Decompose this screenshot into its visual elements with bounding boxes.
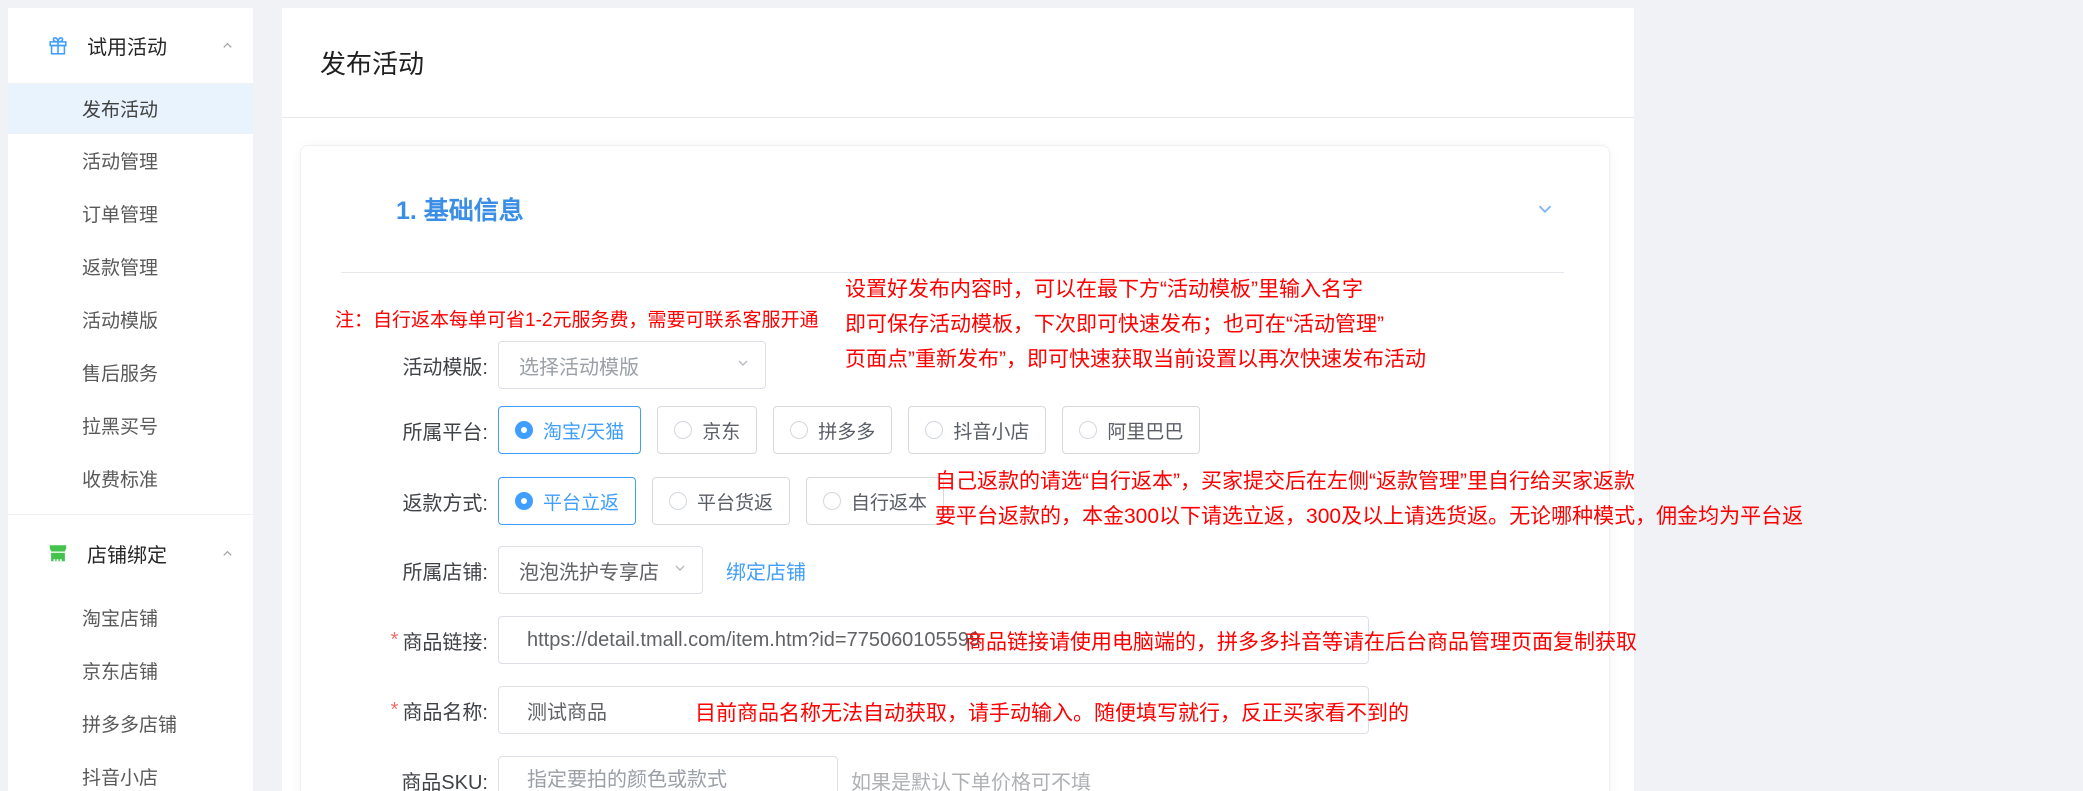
main-content: 发布活动 1. 基础信息 活动模版: 选择活动模版: [282, 8, 1634, 791]
field-label: 活动模版:: [301, 341, 488, 389]
annotation-line: 即可保存活动模板，下次即可快速发布；也可在“活动管理”: [845, 307, 1426, 342]
annotation-publish-tip: 设置好发布内容时，可以在最下方“活动模板”里输入名字 即可保存活动模板，下次即可…: [845, 272, 1426, 377]
sidebar-item-douyin-shop[interactable]: 抖音小店: [8, 750, 253, 791]
radio-icon: [925, 421, 943, 439]
chevron-up-icon: [220, 546, 235, 561]
sidebar-item-order-management[interactable]: 订单管理: [8, 187, 253, 240]
bind-shop-link[interactable]: 绑定店铺: [726, 556, 806, 585]
sidebar-item-blacklist-buyer[interactable]: 拉黑买号: [8, 399, 253, 452]
sidebar-item-refund-management[interactable]: 返款管理: [8, 240, 253, 293]
field-label: 所属平台:: [301, 406, 488, 454]
annotation-product-link-tip: 商品链接请使用电脑端的，拼多多抖音等请在后台商品管理页面复制获取: [965, 626, 1637, 656]
radio-icon: [823, 492, 841, 510]
platform-option-taobao-tmall[interactable]: 淘宝/天猫: [498, 406, 641, 454]
sidebar-group-trial-activity[interactable]: 试用活动: [8, 8, 253, 84]
sku-helper-text: 如果是默认下单价格可不填: [851, 766, 1091, 791]
field-label: 返款方式:: [301, 477, 488, 525]
chevron-down-icon: [735, 355, 751, 376]
chevron-down-icon[interactable]: [1534, 198, 1556, 220]
page-header: 发布活动: [282, 8, 1634, 118]
sidebar-item-activity-template[interactable]: 活动模版: [8, 293, 253, 346]
section-title: 1. 基础信息: [396, 191, 524, 227]
sidebar-group-shop-binding[interactable]: 店铺绑定: [8, 515, 253, 591]
sidebar-item-activity-management[interactable]: 活动管理: [8, 134, 253, 187]
required-asterisk: *: [391, 629, 399, 652]
annotation-line: 自己返款的请选“自行返本”，买家提交后在左侧“返款管理”里自行给买家返款: [935, 464, 1803, 499]
basic-info-card-header[interactable]: 1. 基础信息: [341, 146, 1564, 273]
sidebar-item-after-sales[interactable]: 售后服务: [8, 346, 253, 399]
activity-template-select[interactable]: 选择活动模版: [498, 341, 766, 389]
annotation-refund-tip: 自己返款的请选“自行返本”，买家提交后在左侧“返款管理”里自行给买家返款 要平台…: [935, 464, 1803, 534]
radio-icon: [790, 421, 808, 439]
sidebar-item-pdd-shop[interactable]: 拼多多店铺: [8, 697, 253, 750]
form-row-shop: 所属店铺: 泡泡洗护专享店 绑定店铺: [301, 546, 1609, 594]
field-label: * 商品名称:: [301, 686, 488, 734]
sidebar-item-publish-activity[interactable]: 发布活动: [8, 84, 253, 134]
product-sku-input[interactable]: [498, 756, 838, 791]
radio-icon: [1079, 421, 1097, 439]
sidebar-group-label: 店铺绑定: [87, 539, 220, 568]
form-row-product-sku: 商品SKU: 如果是默认下单价格可不填: [301, 756, 1609, 791]
refund-option-self[interactable]: 自行返本: [806, 477, 944, 525]
sidebar: 试用活动 发布活动 活动管理 订单管理 返款管理 活动模版 售后服务 拉黑买号 …: [8, 8, 253, 791]
platform-option-pdd[interactable]: 拼多多: [773, 406, 892, 454]
annotation-line: 设置好发布内容时，可以在最下方“活动模板”里输入名字: [845, 272, 1426, 307]
chevron-up-icon: [220, 38, 235, 53]
platform-option-alibaba[interactable]: 阿里巴巴: [1062, 406, 1200, 454]
field-label: 所属店铺:: [301, 546, 488, 594]
select-placeholder: 选择活动模版: [519, 351, 639, 380]
page-title: 发布活动: [320, 44, 424, 81]
radio-icon: [669, 492, 687, 510]
field-label: 商品SKU:: [301, 756, 488, 791]
sidebar-item-fee-standard[interactable]: 收费标准: [8, 452, 253, 505]
refund-option-platform-goods[interactable]: 平台货返: [652, 477, 790, 525]
refund-option-platform-instant[interactable]: 平台立返: [498, 477, 636, 525]
annotation-line: 要平台返款的，本金300以下请选立返，300及以上请选货返。无论哪种模式，佣金均…: [935, 499, 1803, 534]
field-label: * 商品链接:: [301, 616, 488, 664]
shop-select[interactable]: 泡泡洗护专享店: [498, 546, 703, 594]
form-row-platform: 所属平台: 淘宝/天猫 京东 拼多多: [301, 406, 1609, 454]
select-value: 泡泡洗护专享店: [519, 556, 659, 585]
platform-option-douyin[interactable]: 抖音小店: [908, 406, 1046, 454]
sidebar-item-taobao-shop[interactable]: 淘宝店铺: [8, 591, 253, 644]
sidebar-item-jd-shop[interactable]: 京东店铺: [8, 644, 253, 697]
chevron-down-icon: [672, 560, 688, 581]
shop-icon: [47, 542, 69, 564]
sidebar-group-label: 试用活动: [87, 31, 220, 60]
radio-icon: [515, 421, 533, 439]
radio-icon: [515, 492, 533, 510]
page: 试用活动 发布活动 活动管理 订单管理 返款管理 活动模版 售后服务 拉黑买号 …: [0, 0, 2083, 791]
annotation-line: 页面点”重新发布”，即可快速获取当前设置以再次快速发布活动: [845, 342, 1426, 377]
annotation-product-name-tip: 目前商品名称无法自动获取，请手动输入。随便填写就行，反正买家看不到的: [695, 697, 1409, 727]
gift-icon: [47, 35, 69, 57]
radio-icon: [674, 421, 692, 439]
annotation-self-refund-note: 注：自行返本每单可省1-2元服务费，需要可联系客服开通: [335, 305, 818, 332]
platform-option-jd[interactable]: 京东: [657, 406, 757, 454]
required-asterisk: *: [391, 699, 399, 722]
